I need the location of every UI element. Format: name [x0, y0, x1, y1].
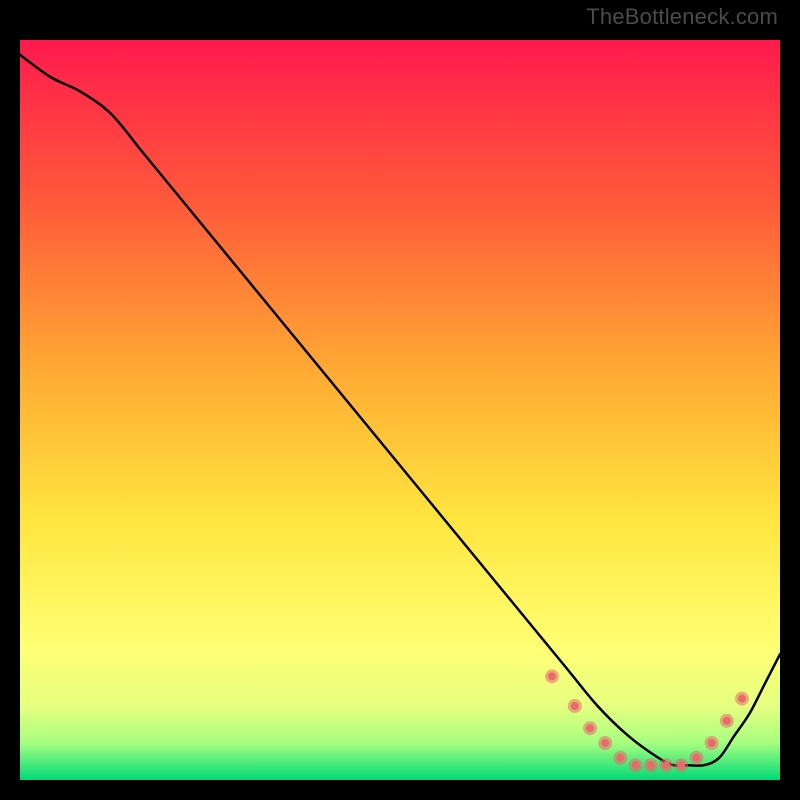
- marker-inner: [586, 724, 594, 732]
- marker-inner: [723, 717, 731, 725]
- marker-inner: [632, 761, 640, 769]
- marker-inner: [571, 702, 579, 710]
- marker-inner: [548, 672, 556, 680]
- marker-inner: [708, 739, 716, 747]
- chart-plot-area: [20, 40, 780, 780]
- marker-inner: [616, 754, 624, 762]
- attribution-label: TheBottleneck.com: [586, 4, 778, 30]
- marker-inner: [677, 761, 685, 769]
- gradient-background: [20, 40, 780, 780]
- marker-inner: [738, 695, 746, 703]
- marker-inner: [662, 761, 670, 769]
- marker-inner: [601, 739, 609, 747]
- chart-svg: [20, 40, 780, 780]
- marker-inner: [692, 754, 700, 762]
- marker-inner: [647, 761, 655, 769]
